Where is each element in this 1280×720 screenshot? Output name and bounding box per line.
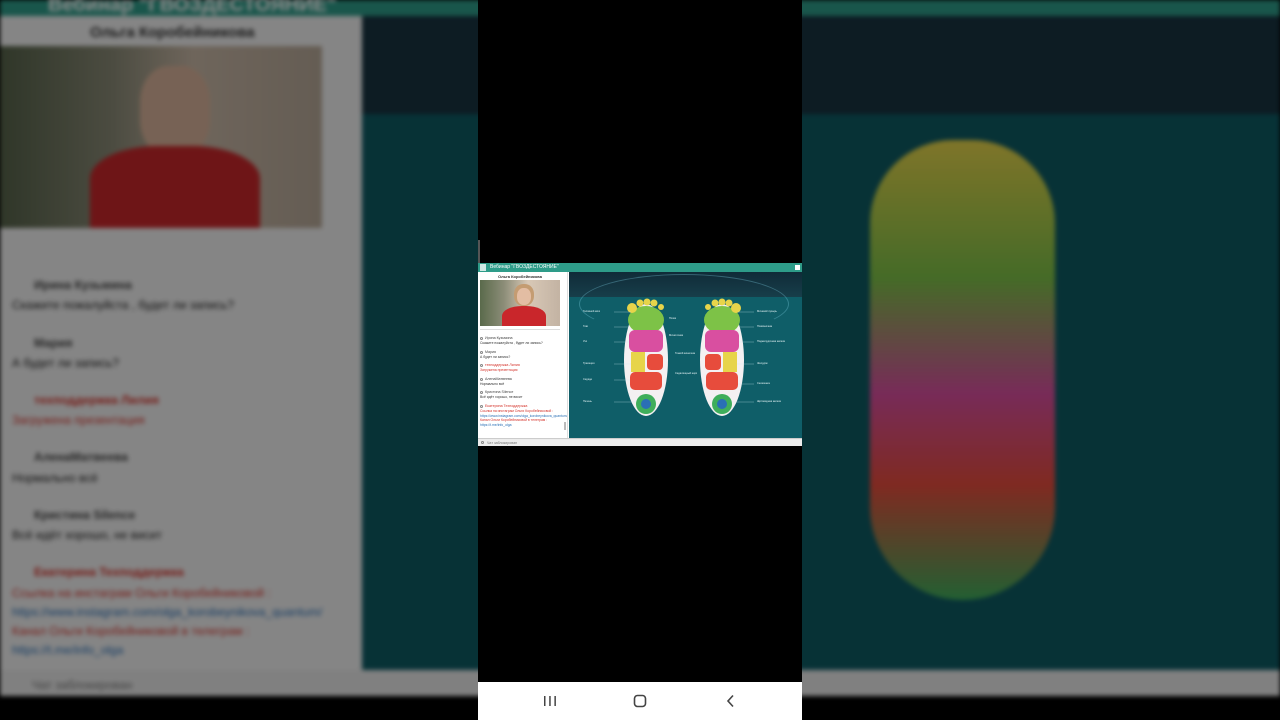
back-icon [726,694,734,708]
android-navbar [478,682,802,720]
bg-chat-author: Екатерина Техподдержка [34,565,184,579]
chat-message: Кристина Silence Всё идёт хорошо, не вис… [480,390,564,400]
slide-label: Тонкий кишечник [675,352,696,355]
slide-label: Мочеточник [669,334,684,337]
chat-text: Всё идёт хорошо, не висит [480,395,523,400]
chat-locked-status: Чат заблокирован [487,441,518,445]
bg-chat-text: Всё идёт хорошо, не висит [12,528,162,542]
webinar-window: Вебинар "ГВОЗДЕСТОЯНИЕ" Ольга Коробейник… [478,263,802,446]
home-icon [633,694,647,708]
chat-text: А будет ли запись? [480,354,511,359]
slide-label: Печень [583,400,592,403]
bg-chat-text: Ссылка на инстаграм Ольги Коробейниковой… [12,586,271,600]
bg-video [0,46,322,228]
chat-text: Ссылка на инстаграм Ольги Коробейниковой… [480,408,554,413]
bg-chat-text: Загружена презентация [12,413,145,427]
speaker-video[interactable] [480,280,560,326]
slide-label: Трапеция [583,362,595,365]
bg-title: Вебинар "ГВОЗДЕСТОЯНИЕ" [48,0,337,16]
slide-label: Поджелудочная железа [757,340,786,343]
bg-chat-author: Ирина Кузьмина [34,278,132,292]
chat-message: АленаМатвеева Нормально всё [480,377,564,387]
back-button[interactable] [721,691,741,711]
bg-chat-author: техподдержка Лилия [34,393,159,407]
chat-footer: Чат заблокирован [478,438,802,446]
speaker-name: Ольга Коробейникова [498,274,542,279]
slide-label: Седалищный нерв [675,372,698,375]
bg-footer-status: Чат заблокирован [32,678,133,692]
chat-text: Нормально всё [480,381,505,386]
user-icon [480,391,483,395]
slide-label: Почки [669,317,677,320]
user-icon [480,377,483,381]
bg-speaker-name: Ольга Коробейникова [90,24,255,41]
recent-apps-icon [544,696,556,706]
slide-label: Селезенка [757,382,770,385]
fullscreen-button[interactable] [795,265,800,270]
chat-message: Мария А будет ли запись? [480,350,564,360]
chat-list[interactable]: Ирина Кузьмина Скажите пожалуйста , буде… [480,336,567,431]
chat-text: Скажите пожалуйста , будет ли запись? [480,341,543,345]
chat-author: Мария [485,349,496,354]
bg-chat-text: Нормально всё [12,471,98,485]
slide-label: Желудок [757,362,768,365]
window-title: Вебинар "ГВОЗДЕСТОЯНИЕ" [490,264,559,270]
slide-label: Глаз [583,325,589,328]
lock-icon [481,441,484,444]
bg-body [90,146,260,228]
bg-face [140,66,210,156]
video-person-body [502,306,546,326]
user-icon [480,364,483,368]
bg-chat-author: Кристина Silence [34,508,136,522]
recent-apps-button[interactable] [540,691,560,711]
left-panel: Ольга Коробейникова Ирина Кузьмина Скажи… [478,272,568,438]
bg-chat-link: https://t.me/info_olga [12,643,124,657]
right-foot [700,298,744,416]
telegram-link[interactable]: https://t.me/info_olga [480,423,564,428]
window-titlebar: Вебинар "ГВОЗДЕСТОЯНИЕ" [478,263,802,272]
slide-label: Ухо [583,340,588,343]
slide-label: Мочевой пузырь [757,310,777,313]
bg-chat-link: https://www.instagram.com/olga_korobeyni… [12,605,323,619]
home-button[interactable] [630,691,650,711]
chat-scrollbar[interactable] [564,422,566,430]
user-icon [480,337,483,340]
bg-chat-text: Канал Ольги Коробейниковой в телеграм : [12,624,250,638]
bg-chat-text: А будет ли запись? [12,356,119,370]
user-icon [480,404,483,408]
video-person-face [517,288,531,305]
foot-reflexology-map [614,298,754,416]
divider [480,329,560,330]
slide-label: Щитовидная железа [757,400,782,403]
presentation-slide: Головной мозг Глаз Ухо Трапеция Сердце Печень… [569,272,802,438]
chat-message: Екатерина Техподдержка Ссылка на инстагр… [480,404,567,428]
user-icon [480,350,483,354]
bg-chat-text: Скажите пожалуйста , будет ли запись? [12,298,235,312]
edge-handle[interactable] [478,240,480,264]
chat-text: Загружена презентация [480,368,518,373]
chat-message: техподдержка Лилия Загружена презентация [480,363,564,373]
bg-chat-author: АленаМатвеева [34,450,128,464]
slide-label: Сердце [583,378,593,381]
slide-label: Головной мозг [583,310,601,313]
app-logo-icon [480,264,486,271]
phone-screen: Вебинар "ГВОЗДЕСТОЯНИЕ" Ольга Коробейник… [478,0,802,720]
bg-chat-author: Мария [34,336,73,350]
screen: Вебинар "ГВОЗДЕСТОЯНИЕ" Ольга Коробейник… [0,0,1280,720]
left-foot [624,298,668,416]
bg-foot-shape [870,140,1055,600]
slide-label: Позвоночник [757,325,773,328]
chat-message: Ирина Кузьмина Скажите пожалуйста , буде… [480,336,564,346]
